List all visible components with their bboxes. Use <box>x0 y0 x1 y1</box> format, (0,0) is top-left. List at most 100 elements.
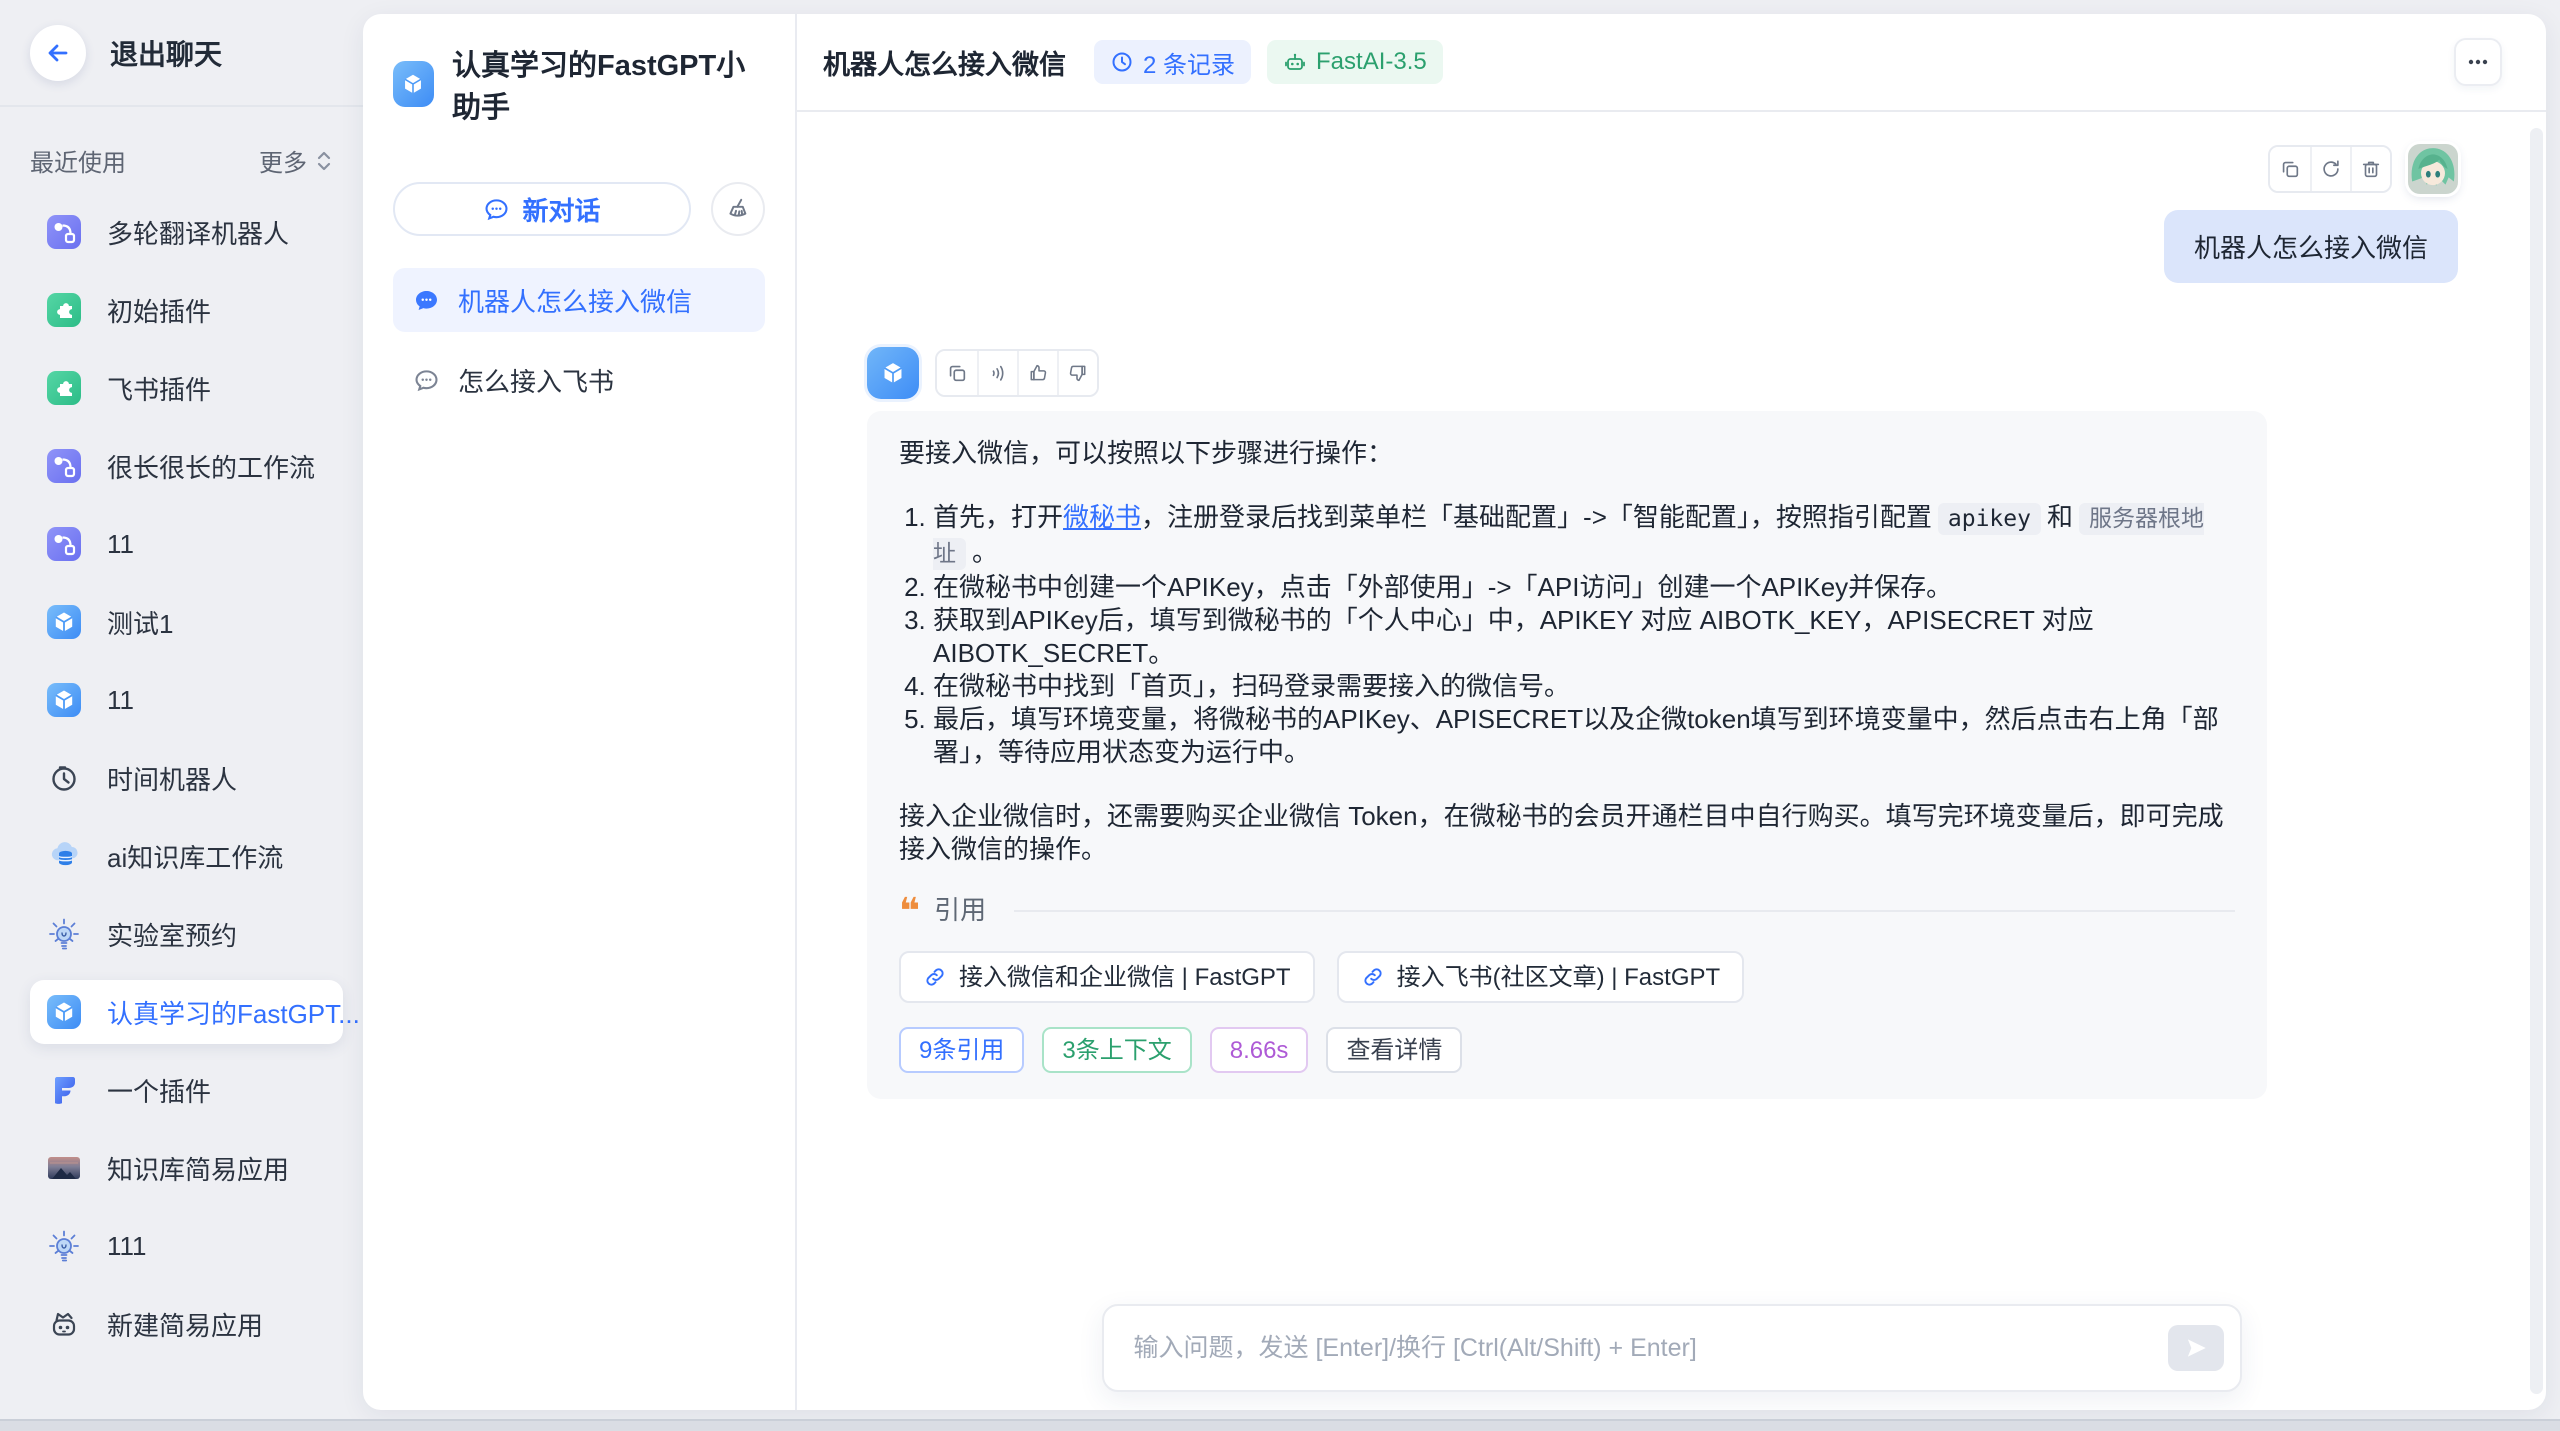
sidebar-item-feishu-plugin[interactable]: 飞书插件 <box>30 356 343 420</box>
sidebar-item-label: 一个插件 <box>107 1072 211 1109</box>
fastgpt-logo-icon <box>47 1073 81 1107</box>
chat-bubble-icon <box>413 367 440 394</box>
quotes-count-chip[interactable]: 9条引用 <box>899 1027 1024 1073</box>
sidebar-item-label: 测试1 <box>107 604 173 641</box>
sidebar-item-label: 新建简易应用 <box>107 1306 263 1343</box>
more-apps-button[interactable]: 更多 <box>259 143 333 178</box>
chat-bubble-filled-icon <box>413 287 440 314</box>
app-header: 认真学习的FastGPT小助手 <box>393 42 765 126</box>
broom-icon <box>725 196 751 222</box>
sidebar-item-11-workflow[interactable]: 11 <box>30 512 343 576</box>
sort-chevrons-icon <box>315 149 333 173</box>
cube-icon <box>47 995 81 1029</box>
sidebar-item-translate-bot[interactable]: 多轮翻译机器人 <box>30 200 343 264</box>
cube-icon <box>47 605 81 639</box>
ellipsis-icon <box>2465 49 2491 75</box>
sidebar-item-label: 时间机器人 <box>107 760 237 797</box>
window-bottom-edge <box>0 1419 2560 1431</box>
user-message-tools <box>2268 145 2392 193</box>
wemishu-link[interactable]: 微秘书 <box>1063 502 1141 532</box>
robot-icon <box>47 1307 81 1341</box>
history-list: 机器人怎么接入微信 怎么接入飞书 <box>393 268 765 412</box>
sidebar-item-time-bot[interactable]: 时间机器人 <box>30 746 343 810</box>
new-chat-button[interactable]: 新对话 <box>393 182 691 236</box>
sidebar-item-ai-knowledge-workflow[interactable]: ai知识库工作流 <box>30 824 343 888</box>
sidebar-item-lab-booking[interactable]: 实验室预约 <box>30 902 343 966</box>
app-cube-icon <box>393 61 434 107</box>
thumbs-down-button[interactable] <box>1057 351 1097 395</box>
assistant-message-header <box>867 347 2458 399</box>
chat-title: 机器人怎么接入微信 <box>823 43 1066 82</box>
retry-button[interactable] <box>2310 147 2350 191</box>
context-count-chip[interactable]: 3条上下文 <box>1042 1027 1191 1073</box>
sidebar-item-label: 11 <box>107 685 134 716</box>
sidebar-item-label: 111 <box>107 1231 147 1262</box>
chat-more-button[interactable] <box>2454 38 2502 86</box>
assistant-note: 接入企业微信时，还需要购买企业微信 Token，在微秘书的会员开通栏目中自行购买… <box>899 800 2235 866</box>
view-details-chip[interactable]: 查看详情 <box>1326 1027 1462 1073</box>
clear-history-button[interactable] <box>711 182 765 236</box>
plugin-icon <box>47 371 81 405</box>
step-item: 在微秘书中找到「首页」，扫码登录需要接入的微信号。 <box>933 670 2235 703</box>
sidebar-item-label: 11 <box>107 529 134 560</box>
step-text: ，注册登录后找到菜单栏「基础配置」->「智能配置」，按照指引配置 <box>1141 502 1932 532</box>
send-button[interactable] <box>2168 1325 2224 1371</box>
assistant-avatar <box>867 347 919 399</box>
sidebar-item-111[interactable]: 111 <box>30 1214 343 1278</box>
citation-chip-wechat[interactable]: 接入微信和企业微信 | FastGPT <box>899 951 1315 1003</box>
quote-section-header: ❝ 引用 <box>899 894 2235 927</box>
model-badge: FastAI-3.5 <box>1267 40 1443 84</box>
photo-icon <box>47 1151 81 1185</box>
history-actions: 新对话 <box>393 182 765 236</box>
chat-bubble-icon <box>483 196 510 223</box>
sidebar-item-label: 认真学习的FastGPT... <box>107 994 360 1031</box>
sidebar-item-knowledge-simple-app[interactable]: 知识库简易应用 <box>30 1136 343 1200</box>
exit-chat-button[interactable]: 退出聊天 <box>0 0 363 107</box>
user-message-bubble: 机器人怎么接入微信 <box>2164 210 2458 283</box>
step-text: 。 <box>972 537 998 567</box>
user-message-header <box>867 144 2458 194</box>
workflow-icon <box>47 449 81 483</box>
copy-button[interactable] <box>2270 147 2310 191</box>
sidebar-item-11-cube[interactable]: 11 <box>30 668 343 732</box>
thumbs-up-button[interactable] <box>1017 351 1057 395</box>
workflow-icon <box>47 527 81 561</box>
chat-scrollbar[interactable] <box>2530 128 2543 1394</box>
sidebar-item-new-simple-app[interactable]: 新建简易应用 <box>30 1292 343 1356</box>
delete-button[interactable] <box>2350 147 2390 191</box>
sidebar-item-long-workflow[interactable]: 很长很长的工作流 <box>30 434 343 498</box>
back-arrow-button[interactable] <box>30 25 86 81</box>
workflow-icon <box>47 215 81 249</box>
sidebar-item-label: 飞书插件 <box>107 370 211 407</box>
sidebar-item-initial-plugin[interactable]: 初始插件 <box>30 278 343 342</box>
sidebar-item-one-plugin[interactable]: 一个插件 <box>30 1058 343 1122</box>
recent-section-title: 最近使用 <box>30 143 126 178</box>
sidebar-item-label: 很长很长的工作流 <box>107 448 315 485</box>
sidebar-item-fastgpt-assistant[interactable]: 认真学习的FastGPT... <box>30 980 343 1044</box>
read-aloud-button[interactable] <box>977 351 1017 395</box>
inline-code: apikey <box>1938 503 2041 535</box>
send-icon <box>2183 1335 2209 1361</box>
history-item-feishu[interactable]: 怎么接入飞书 <box>393 348 765 412</box>
citation-chip-feishu[interactable]: 接入飞书(社区文章) | FastGPT <box>1337 951 1745 1003</box>
clock-small-icon <box>1110 50 1134 74</box>
chat-input[interactable] <box>1134 1334 2168 1363</box>
step-text: 首先，打开 <box>933 502 1063 532</box>
chat-body: 机器人怎么接入微信 <box>797 112 2546 1410</box>
assistant-intro: 要接入微信，可以按照以下步骤进行操作： <box>899 437 2235 470</box>
exit-chat-label: 退出聊天 <box>110 33 222 73</box>
more-label: 更多 <box>259 143 307 178</box>
sidebar-item-label: 知识库简易应用 <box>107 1150 289 1187</box>
main-card: 认真学习的FastGPT小助手 新对话 <box>363 14 2546 1410</box>
citation-label: 接入微信和企业微信 | FastGPT <box>959 961 1291 994</box>
step-item: 在微秘书中创建一个APIKey，点击「外部使用」->「API访问」创建一个API… <box>933 571 2235 604</box>
plugin-icon <box>47 293 81 327</box>
step-item: 首先，打开微秘书，注册登录后找到菜单栏「基础配置」->「智能配置」，按照指引配置… <box>933 501 2235 571</box>
app-list: 多轮翻译机器人 初始插件 飞书插件 很长很长的工作流 <box>0 200 363 1390</box>
sidebar-item-test1[interactable]: 测试1 <box>30 590 343 654</box>
copy-button[interactable] <box>937 351 977 395</box>
model-badge-label: FastAI-3.5 <box>1316 48 1427 76</box>
app-title: 认真学习的FastGPT小助手 <box>452 42 765 126</box>
step-item: 最后，填写环境变量，将微秘书的APIKey、APISECRET以及企微token… <box>933 703 2235 769</box>
history-item-wechat[interactable]: 机器人怎么接入微信 <box>393 268 765 332</box>
